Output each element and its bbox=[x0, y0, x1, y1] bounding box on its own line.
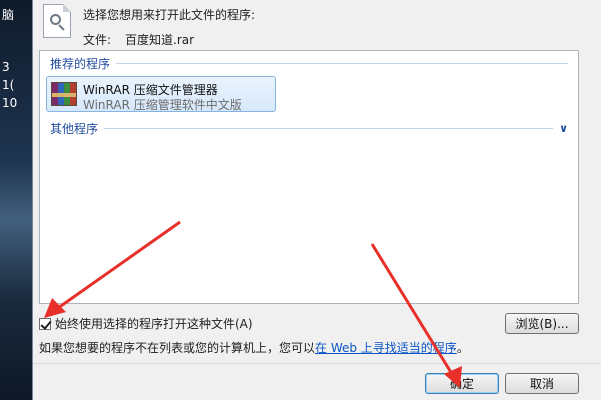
desktop-label: 10 bbox=[2, 96, 18, 110]
cancel-button[interactable]: 取消 bbox=[505, 373, 579, 394]
file-label: 文件: bbox=[83, 33, 112, 47]
ok-button[interactable]: 确定 bbox=[425, 373, 499, 394]
info-text-body: 如果您想要的程序不在列表或您的计算机上，您可以 bbox=[39, 341, 316, 355]
winrar-icon bbox=[51, 82, 77, 106]
web-search-link[interactable]: 在 Web 上寻找适当的程序 bbox=[315, 341, 457, 355]
desktop-label: 3 bbox=[2, 60, 10, 74]
recommended-group-label: 推荐的程序 bbox=[50, 56, 111, 71]
program-item-winrar[interactable]: WinRAR 压缩文件管理器 WinRAR 压缩管理软件中文版 bbox=[46, 76, 276, 112]
desktop-label: 脑 bbox=[2, 8, 15, 22]
other-programs-group-header[interactable]: 其他程序 ∨ bbox=[50, 121, 568, 136]
file-name: 百度知道.rar bbox=[125, 33, 195, 47]
info-text: 如果您想要的程序不在列表或您的计算机上，您可以在 Web 上寻找适当的程序。 bbox=[39, 339, 469, 356]
always-use-checkbox[interactable] bbox=[39, 317, 52, 330]
always-use-label[interactable]: 始终使用选择的程序打开这种文件(A) bbox=[55, 315, 253, 332]
file-search-icon bbox=[43, 4, 71, 38]
program-description: WinRAR 压缩管理软件中文版 bbox=[83, 98, 242, 112]
dialog-header: 选择您想用来打开此文件的程序: 文件: 百度知道.rar bbox=[33, 0, 601, 50]
program-list[interactable]: 推荐的程序 WinRAR 压缩文件管理器 WinRAR 压缩管理软件中文版 其他… bbox=[39, 50, 579, 304]
chevron-down-icon[interactable]: ∨ bbox=[559, 122, 568, 135]
desktop-label: 1( bbox=[2, 78, 15, 92]
info-text-end: 。 bbox=[456, 341, 469, 355]
recommended-group-header: 推荐的程序 bbox=[50, 56, 568, 71]
always-use-row[interactable]: 始终使用选择的程序打开这种文件(A) bbox=[39, 315, 253, 332]
file-info: 文件: 百度知道.rar bbox=[83, 31, 194, 48]
open-with-dialog: 选择您想用来打开此文件的程序: 文件: 百度知道.rar 推荐的程序 WinRAR… bbox=[32, 0, 601, 400]
divider bbox=[33, 363, 601, 364]
desktop-background: 脑 3 1( 10 bbox=[0, 0, 32, 400]
checkmark-icon bbox=[40, 317, 52, 330]
dialog-prompt: 选择您想用来打开此文件的程序: bbox=[83, 8, 256, 22]
browse-button[interactable]: 浏览(B)... bbox=[505, 313, 579, 334]
other-programs-label: 其他程序 bbox=[50, 121, 99, 136]
